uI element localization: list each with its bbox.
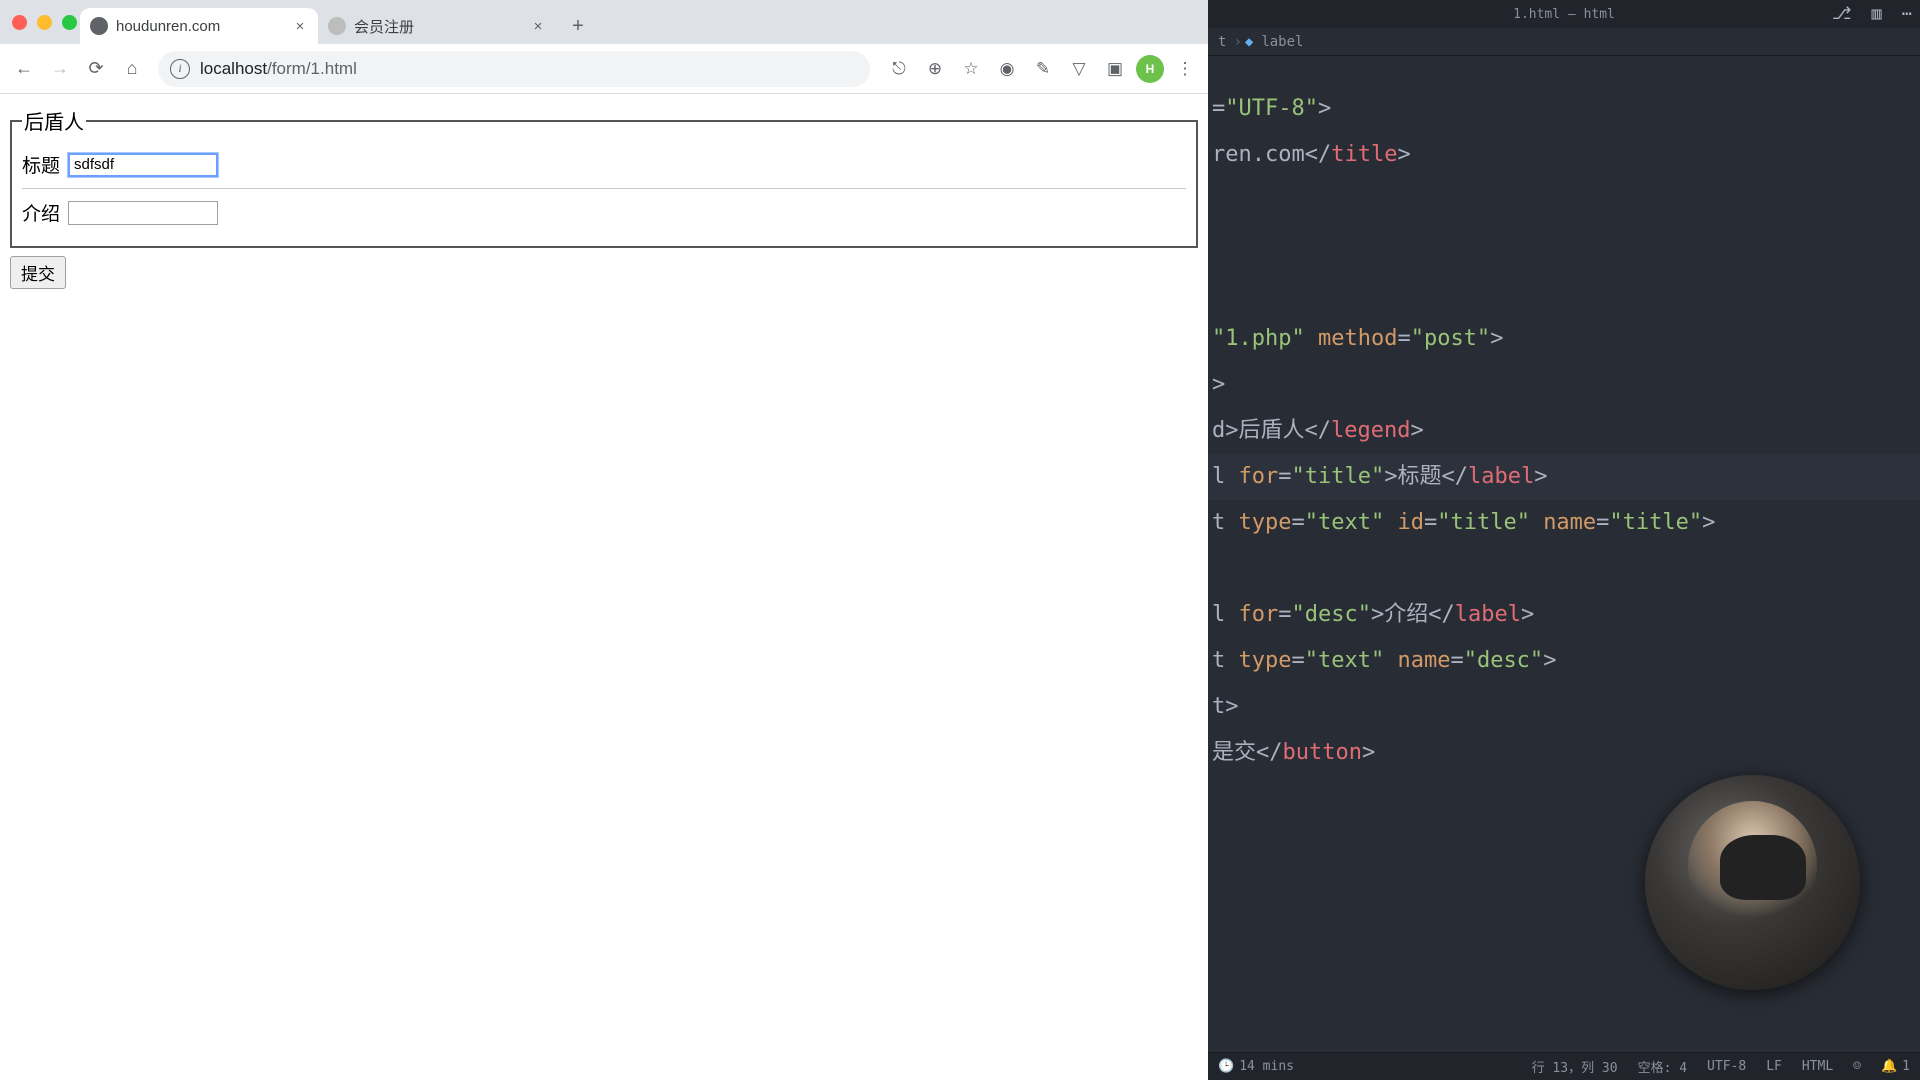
url-host: localhost bbox=[200, 59, 267, 78]
vscode-window: 1.html — html ⎇ ▥ ⋯ t › ◆ label ="UTF-8"… bbox=[1208, 0, 1920, 1080]
zoom-icon[interactable]: ⊕ bbox=[920, 54, 950, 84]
vscode-title: 1.html — html bbox=[1513, 7, 1615, 22]
url-path: /form/1.html bbox=[267, 59, 357, 78]
address-bar[interactable]: i localhost/form/1.html bbox=[158, 51, 870, 87]
maximize-icon[interactable] bbox=[62, 15, 77, 30]
status-feedback-icon[interactable]: ☺ bbox=[1853, 1059, 1861, 1074]
favicon-globe-icon bbox=[328, 17, 346, 35]
chevron-right-icon: › bbox=[1233, 34, 1241, 50]
split-editor-icon[interactable]: ▥ bbox=[1872, 4, 1882, 24]
translate-icon[interactable]: ⎋ bbox=[884, 54, 914, 84]
new-tab-button[interactable]: + bbox=[562, 10, 594, 42]
tab-close-icon[interactable]: × bbox=[530, 18, 546, 34]
desc-input[interactable] bbox=[68, 201, 218, 225]
forward-button[interactable]: → bbox=[44, 53, 76, 85]
home-button[interactable]: ⌂ bbox=[116, 53, 148, 85]
webcam-overlay bbox=[1645, 775, 1860, 990]
minimize-icon[interactable] bbox=[37, 15, 52, 30]
status-spaces[interactable]: 空格: 4 bbox=[1638, 1057, 1687, 1076]
submit-button[interactable]: 提交 bbox=[10, 256, 66, 289]
back-button[interactable]: ← bbox=[8, 53, 40, 85]
extension-icon[interactable]: ✎ bbox=[1028, 54, 1058, 84]
tab-bar: houdunren.com × 会员注册 × + bbox=[0, 0, 1208, 44]
tab-title: houdunren.com bbox=[116, 18, 292, 35]
chrome-window: houdunren.com × 会员注册 × + ← → ⟳ ⌂ i local… bbox=[0, 0, 1208, 1080]
vscode-title-bar: 1.html — html ⎇ ▥ ⋯ bbox=[1208, 0, 1920, 28]
status-clock[interactable]: 🕒 14 mins bbox=[1218, 1059, 1294, 1074]
fieldset-legend: 后盾人 bbox=[22, 106, 86, 135]
reload-button[interactable]: ⟳ bbox=[80, 53, 112, 85]
tab-houdunren[interactable]: houdunren.com × bbox=[80, 8, 318, 44]
desc-label[interactable]: 介绍 bbox=[22, 199, 60, 226]
breadcrumb-seg: t bbox=[1218, 34, 1226, 50]
status-lang[interactable]: HTML bbox=[1802, 1059, 1833, 1074]
title-label[interactable]: 标题 bbox=[22, 151, 60, 178]
source-control-icon[interactable]: ⎇ bbox=[1832, 4, 1852, 24]
menu-icon[interactable]: ⋮ bbox=[1170, 54, 1200, 84]
tab-register[interactable]: 会员注册 × bbox=[318, 8, 556, 44]
extension-icon[interactable]: ◉ bbox=[992, 54, 1022, 84]
extension-icon[interactable]: ▽ bbox=[1064, 54, 1094, 84]
vscode-breadcrumb[interactable]: t › ◆ label bbox=[1208, 28, 1920, 56]
extension-icon[interactable]: ▣ bbox=[1100, 54, 1130, 84]
window-traffic-lights bbox=[12, 15, 77, 30]
tag-icon: ◆ bbox=[1245, 34, 1253, 50]
title-input[interactable] bbox=[68, 153, 218, 177]
bookmark-star-icon[interactable]: ☆ bbox=[956, 54, 986, 84]
browser-toolbar: ← → ⟳ ⌂ i localhost/form/1.html ⎋ ⊕ ☆ ◉ … bbox=[0, 44, 1208, 94]
more-icon[interactable]: ⋯ bbox=[1902, 4, 1912, 24]
tab-title: 会员注册 bbox=[354, 16, 530, 37]
profile-avatar[interactable]: H bbox=[1136, 55, 1164, 83]
breadcrumb-tag: label bbox=[1261, 34, 1303, 50]
fieldset: 后盾人 标题 介绍 bbox=[10, 106, 1198, 248]
status-eol[interactable]: LF bbox=[1766, 1059, 1782, 1074]
vscode-status-bar: 🕒 14 mins 行 13，列 30 空格: 4 UTF-8 LF HTML … bbox=[1208, 1052, 1920, 1080]
tab-close-icon[interactable]: × bbox=[292, 18, 308, 34]
page-content: 后盾人 标题 介绍 提交 bbox=[0, 94, 1208, 1080]
close-icon[interactable] bbox=[12, 15, 27, 30]
status-bell-icon[interactable]: 🔔 1 bbox=[1881, 1059, 1910, 1074]
site-info-icon[interactable]: i bbox=[170, 59, 190, 79]
status-encoding[interactable]: UTF-8 bbox=[1707, 1059, 1746, 1074]
status-cursor[interactable]: 行 13，列 30 bbox=[1532, 1057, 1618, 1076]
toolbar-right-icons: ⎋ ⊕ ☆ ◉ ✎ ▽ ▣ H ⋮ bbox=[884, 54, 1200, 84]
demo-form: 后盾人 标题 介绍 提交 bbox=[10, 106, 1198, 289]
favicon-icon bbox=[90, 17, 108, 35]
